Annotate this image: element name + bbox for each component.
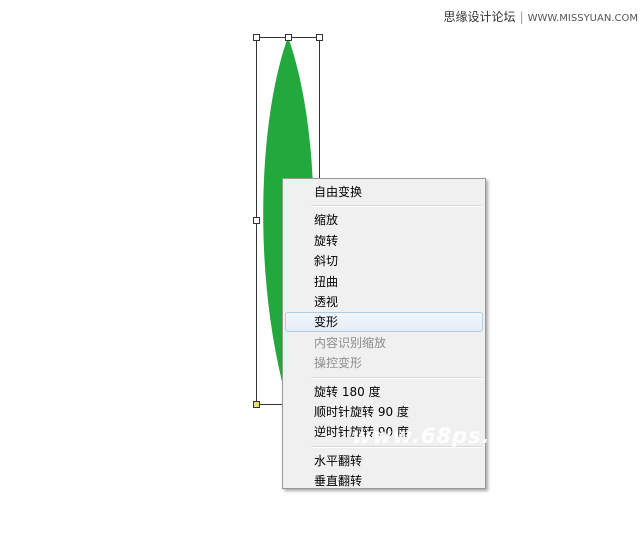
transform-handle-top-left[interactable] — [253, 34, 260, 41]
menu-item[interactable]: 自由变换 — [285, 182, 483, 202]
transform-context-menu: 自由变换缩放 旋转 斜切 扭曲 透视 变形内容识别缩放 操控变形旋转 180 度顺时针旋转 … — [282, 178, 486, 489]
menu-item[interactable]: 扭曲 — [285, 272, 483, 292]
menu-separator — [311, 205, 482, 208]
menu-item[interactable]: 逆时针旋转 90 度 — [285, 422, 483, 442]
menu-item[interactable]: 斜切 — [285, 251, 483, 271]
menu-item: 内容识别缩放 — [314, 335, 387, 350]
menu-item: 操控变形 — [314, 356, 363, 371]
transform-handle-bottom-left[interactable] — [253, 401, 260, 408]
menu-item[interactable]: 旋转 180 度 — [285, 382, 483, 402]
menu-separator — [311, 376, 482, 379]
menu-item[interactable]: 垂直翻转 — [285, 471, 483, 491]
menu-item[interactable]: 透视 — [285, 292, 483, 312]
menu-separator — [311, 445, 482, 448]
menu-item[interactable]: 旋转 — [285, 231, 483, 251]
menu-item[interactable]: 缩放 — [285, 210, 483, 230]
menu-item[interactable]: 顺时针旋转 90 度 — [285, 402, 483, 422]
menu-item[interactable]: 水平翻转 — [285, 451, 483, 471]
transform-handle-middle-left[interactable] — [253, 217, 260, 224]
menu-item[interactable]: 变形 — [285, 312, 483, 333]
transform-handle-top-right[interactable] — [316, 34, 323, 41]
transform-handle-top-center[interactable] — [285, 34, 292, 41]
